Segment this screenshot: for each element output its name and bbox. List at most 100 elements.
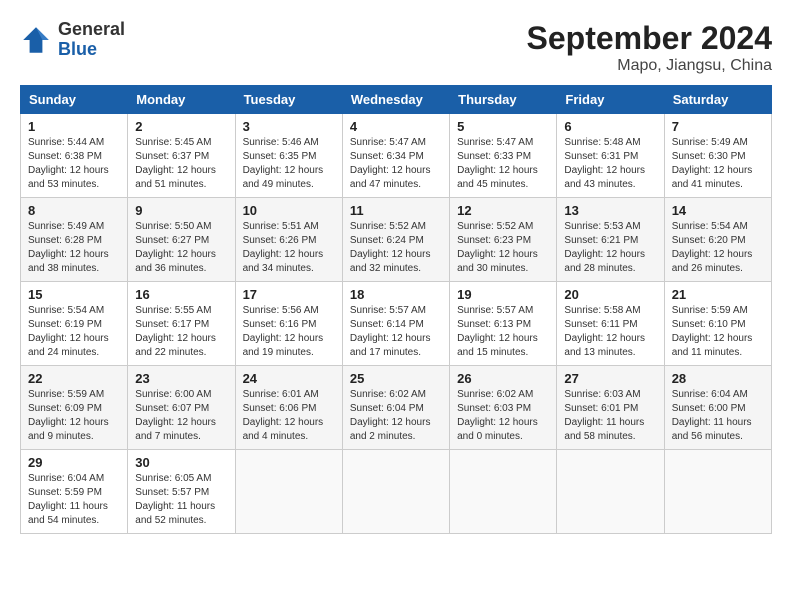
day-info: Sunrise: 5:59 AM Sunset: 6:10 PM Dayligh… <box>672 304 764 360</box>
month-title: September 2024 <box>527 20 772 57</box>
header-thursday: Thursday <box>450 86 557 114</box>
calendar-cell: 5 Sunrise: 5:47 AM Sunset: 6:33 PM Dayli… <box>450 114 557 198</box>
logo-icon <box>20 24 52 56</box>
calendar-cell <box>450 450 557 534</box>
calendar-cell: 15 Sunrise: 5:54 AM Sunset: 6:19 PM Dayl… <box>21 282 128 366</box>
page-header: General Blue September 2024 Mapo, Jiangs… <box>20 20 772 75</box>
calendar-cell: 16 Sunrise: 5:55 AM Sunset: 6:17 PM Dayl… <box>128 282 235 366</box>
calendar-cell: 21 Sunrise: 5:59 AM Sunset: 6:10 PM Dayl… <box>664 282 771 366</box>
calendar-cell: 18 Sunrise: 5:57 AM Sunset: 6:14 PM Dayl… <box>342 282 449 366</box>
day-info: Sunrise: 5:55 AM Sunset: 6:17 PM Dayligh… <box>135 304 227 360</box>
day-number: 3 <box>243 119 335 134</box>
day-number: 15 <box>28 287 120 302</box>
day-number: 16 <box>135 287 227 302</box>
calendar-week-row: 22 Sunrise: 5:59 AM Sunset: 6:09 PM Dayl… <box>21 366 772 450</box>
header-tuesday: Tuesday <box>235 86 342 114</box>
calendar-cell: 28 Sunrise: 6:04 AM Sunset: 6:00 PM Dayl… <box>664 366 771 450</box>
day-number: 19 <box>457 287 549 302</box>
day-number: 6 <box>564 119 656 134</box>
calendar-cell: 13 Sunrise: 5:53 AM Sunset: 6:21 PM Dayl… <box>557 198 664 282</box>
calendar-cell: 17 Sunrise: 5:56 AM Sunset: 6:16 PM Dayl… <box>235 282 342 366</box>
day-info: Sunrise: 6:03 AM Sunset: 6:01 PM Dayligh… <box>564 388 656 444</box>
day-number: 7 <box>672 119 764 134</box>
calendar-cell: 26 Sunrise: 6:02 AM Sunset: 6:03 PM Dayl… <box>450 366 557 450</box>
day-number: 18 <box>350 287 442 302</box>
calendar-week-row: 8 Sunrise: 5:49 AM Sunset: 6:28 PM Dayli… <box>21 198 772 282</box>
logo: General Blue <box>20 20 125 60</box>
day-number: 23 <box>135 371 227 386</box>
calendar-cell: 25 Sunrise: 6:02 AM Sunset: 6:04 PM Dayl… <box>342 366 449 450</box>
calendar-cell: 14 Sunrise: 5:54 AM Sunset: 6:20 PM Dayl… <box>664 198 771 282</box>
calendar-cell: 27 Sunrise: 6:03 AM Sunset: 6:01 PM Dayl… <box>557 366 664 450</box>
day-info: Sunrise: 5:50 AM Sunset: 6:27 PM Dayligh… <box>135 220 227 276</box>
day-number: 20 <box>564 287 656 302</box>
calendar-cell: 20 Sunrise: 5:58 AM Sunset: 6:11 PM Dayl… <box>557 282 664 366</box>
day-info: Sunrise: 5:58 AM Sunset: 6:11 PM Dayligh… <box>564 304 656 360</box>
calendar-cell <box>664 450 771 534</box>
calendar-cell <box>342 450 449 534</box>
calendar-week-row: 1 Sunrise: 5:44 AM Sunset: 6:38 PM Dayli… <box>21 114 772 198</box>
calendar-cell: 12 Sunrise: 5:52 AM Sunset: 6:23 PM Dayl… <box>450 198 557 282</box>
title-section: September 2024 Mapo, Jiangsu, China <box>527 20 772 75</box>
header-sunday: Sunday <box>21 86 128 114</box>
day-info: Sunrise: 6:02 AM Sunset: 6:03 PM Dayligh… <box>457 388 549 444</box>
day-number: 25 <box>350 371 442 386</box>
day-info: Sunrise: 5:59 AM Sunset: 6:09 PM Dayligh… <box>28 388 120 444</box>
day-info: Sunrise: 5:52 AM Sunset: 6:24 PM Dayligh… <box>350 220 442 276</box>
day-number: 17 <box>243 287 335 302</box>
day-info: Sunrise: 6:00 AM Sunset: 6:07 PM Dayligh… <box>135 388 227 444</box>
day-number: 4 <box>350 119 442 134</box>
day-info: Sunrise: 6:05 AM Sunset: 5:57 PM Dayligh… <box>135 472 227 528</box>
day-number: 24 <box>243 371 335 386</box>
day-number: 29 <box>28 455 120 470</box>
location-title: Mapo, Jiangsu, China <box>527 57 772 75</box>
calendar-cell: 23 Sunrise: 6:00 AM Sunset: 6:07 PM Dayl… <box>128 366 235 450</box>
day-number: 5 <box>457 119 549 134</box>
day-info: Sunrise: 5:56 AM Sunset: 6:16 PM Dayligh… <box>243 304 335 360</box>
day-info: Sunrise: 5:48 AM Sunset: 6:31 PM Dayligh… <box>564 136 656 192</box>
day-info: Sunrise: 6:02 AM Sunset: 6:04 PM Dayligh… <box>350 388 442 444</box>
day-info: Sunrise: 6:01 AM Sunset: 6:06 PM Dayligh… <box>243 388 335 444</box>
calendar-cell: 24 Sunrise: 6:01 AM Sunset: 6:06 PM Dayl… <box>235 366 342 450</box>
day-info: Sunrise: 6:04 AM Sunset: 5:59 PM Dayligh… <box>28 472 120 528</box>
calendar-cell <box>557 450 664 534</box>
header-wednesday: Wednesday <box>342 86 449 114</box>
calendar-cell: 7 Sunrise: 5:49 AM Sunset: 6:30 PM Dayli… <box>664 114 771 198</box>
calendar-week-row: 15 Sunrise: 5:54 AM Sunset: 6:19 PM Dayl… <box>21 282 772 366</box>
calendar-cell: 29 Sunrise: 6:04 AM Sunset: 5:59 PM Dayl… <box>21 450 128 534</box>
calendar-cell: 2 Sunrise: 5:45 AM Sunset: 6:37 PM Dayli… <box>128 114 235 198</box>
day-info: Sunrise: 5:47 AM Sunset: 6:33 PM Dayligh… <box>457 136 549 192</box>
day-info: Sunrise: 5:57 AM Sunset: 6:13 PM Dayligh… <box>457 304 549 360</box>
calendar-cell: 1 Sunrise: 5:44 AM Sunset: 6:38 PM Dayli… <box>21 114 128 198</box>
day-info: Sunrise: 6:04 AM Sunset: 6:00 PM Dayligh… <box>672 388 764 444</box>
day-number: 13 <box>564 203 656 218</box>
day-number: 11 <box>350 203 442 218</box>
day-info: Sunrise: 5:44 AM Sunset: 6:38 PM Dayligh… <box>28 136 120 192</box>
day-number: 8 <box>28 203 120 218</box>
day-info: Sunrise: 5:46 AM Sunset: 6:35 PM Dayligh… <box>243 136 335 192</box>
calendar-cell: 22 Sunrise: 5:59 AM Sunset: 6:09 PM Dayl… <box>21 366 128 450</box>
logo-blue: Blue <box>58 40 125 60</box>
calendar-cell: 11 Sunrise: 5:52 AM Sunset: 6:24 PM Dayl… <box>342 198 449 282</box>
day-info: Sunrise: 5:54 AM Sunset: 6:20 PM Dayligh… <box>672 220 764 276</box>
day-info: Sunrise: 5:52 AM Sunset: 6:23 PM Dayligh… <box>457 220 549 276</box>
day-info: Sunrise: 5:51 AM Sunset: 6:26 PM Dayligh… <box>243 220 335 276</box>
day-number: 30 <box>135 455 227 470</box>
header-friday: Friday <box>557 86 664 114</box>
day-number: 26 <box>457 371 549 386</box>
day-info: Sunrise: 5:53 AM Sunset: 6:21 PM Dayligh… <box>564 220 656 276</box>
calendar-table: Sunday Monday Tuesday Wednesday Thursday… <box>20 85 772 534</box>
day-number: 27 <box>564 371 656 386</box>
day-number: 10 <box>243 203 335 218</box>
day-info: Sunrise: 5:45 AM Sunset: 6:37 PM Dayligh… <box>135 136 227 192</box>
calendar-cell: 3 Sunrise: 5:46 AM Sunset: 6:35 PM Dayli… <box>235 114 342 198</box>
calendar-cell: 4 Sunrise: 5:47 AM Sunset: 6:34 PM Dayli… <box>342 114 449 198</box>
calendar-week-row: 29 Sunrise: 6:04 AM Sunset: 5:59 PM Dayl… <box>21 450 772 534</box>
day-number: 14 <box>672 203 764 218</box>
day-info: Sunrise: 5:49 AM Sunset: 6:28 PM Dayligh… <box>28 220 120 276</box>
day-number: 22 <box>28 371 120 386</box>
header-saturday: Saturday <box>664 86 771 114</box>
calendar-cell: 8 Sunrise: 5:49 AM Sunset: 6:28 PM Dayli… <box>21 198 128 282</box>
day-number: 9 <box>135 203 227 218</box>
calendar-cell: 19 Sunrise: 5:57 AM Sunset: 6:13 PM Dayl… <box>450 282 557 366</box>
